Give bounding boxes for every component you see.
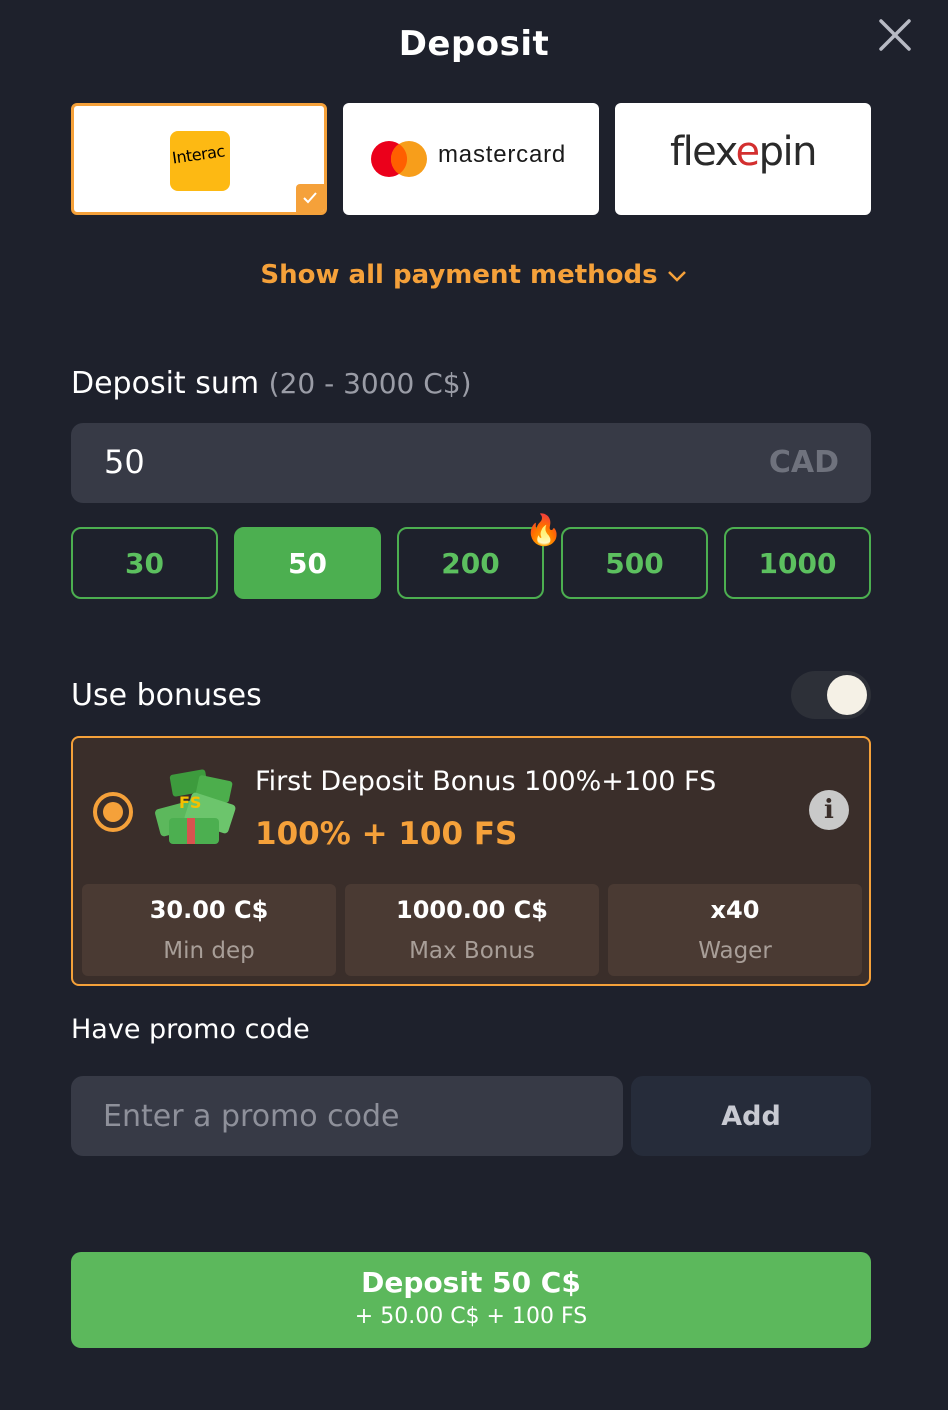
deposit-sum-label: Deposit sum (20 - 3000 C$) [71,366,472,401]
bonus-card[interactable]: FS First Deposit Bonus 100%+100 FS 100% … [71,736,871,986]
amount-chip-1000[interactable]: 1000 [724,527,871,599]
currency-label: CAD [768,445,839,480]
chevron-down-icon [667,270,686,282]
use-bonuses-toggle[interactable] [791,671,871,719]
bonus-stat-wager: x40 Wager [608,884,862,976]
payment-method-mastercard[interactable]: mastercard [343,103,599,215]
payment-method-interac[interactable]: Interac [71,103,327,215]
promo-code-input[interactable] [71,1076,623,1156]
bonus-radio[interactable] [93,792,133,832]
amount-chips: 30 50 200 500 1000 🔥 [71,513,871,599]
promo-code-label: Have promo code [71,1014,310,1045]
deposit-amount-input[interactable]: 50 CAD [71,423,871,503]
interac-logo: Interac [170,131,230,191]
deposit-button[interactable]: Deposit 50 C$ + 50.00 C$ + 100 FS [71,1252,871,1348]
toggle-knob [827,675,867,715]
mastercard-logo-icon [371,141,427,177]
page-title: Deposit [398,24,550,64]
show-all-payment-methods-link[interactable]: Show all payment methods [0,260,948,290]
deposit-button-sublabel: + 50.00 C$ + 100 FS [354,1304,588,1329]
bonus-title: First Deposit Bonus 100%+100 FS [255,766,717,797]
amount-chip-200[interactable]: 200 [397,527,544,599]
deposit-button-label: Deposit 50 C$ [361,1266,581,1299]
use-bonuses-label: Use bonuses [71,678,262,713]
bonus-value: 100% + 100 FS [255,816,518,852]
svg-text:FS: FS [179,793,201,812]
check-icon [296,184,324,212]
fire-icon: 🔥 [525,513,563,548]
amount-chip-500[interactable]: 500 [561,527,708,599]
payment-methods: Interac mastercard flexepin [71,103,871,215]
mastercard-wordmark: mastercard [438,141,567,168]
promo-code-field [71,1076,623,1156]
bonus-stat-max-bonus: 1000.00 C$ Max Bonus [345,884,599,976]
deposit-amount-value: 50 [104,443,145,481]
info-icon[interactable]: i [809,790,849,830]
add-promo-button[interactable]: Add [631,1076,871,1156]
amount-chip-30[interactable]: 30 [71,527,218,599]
bonus-stat-min-dep: 30.00 C$ Min dep [82,884,336,976]
flexepin-wordmark: flexepin [669,129,818,175]
amount-chip-50[interactable]: 50 [234,527,381,599]
close-icon[interactable] [876,16,914,54]
payment-method-flexepin[interactable]: flexepin [615,103,871,215]
cash-bundle-icon: FS [155,769,236,844]
